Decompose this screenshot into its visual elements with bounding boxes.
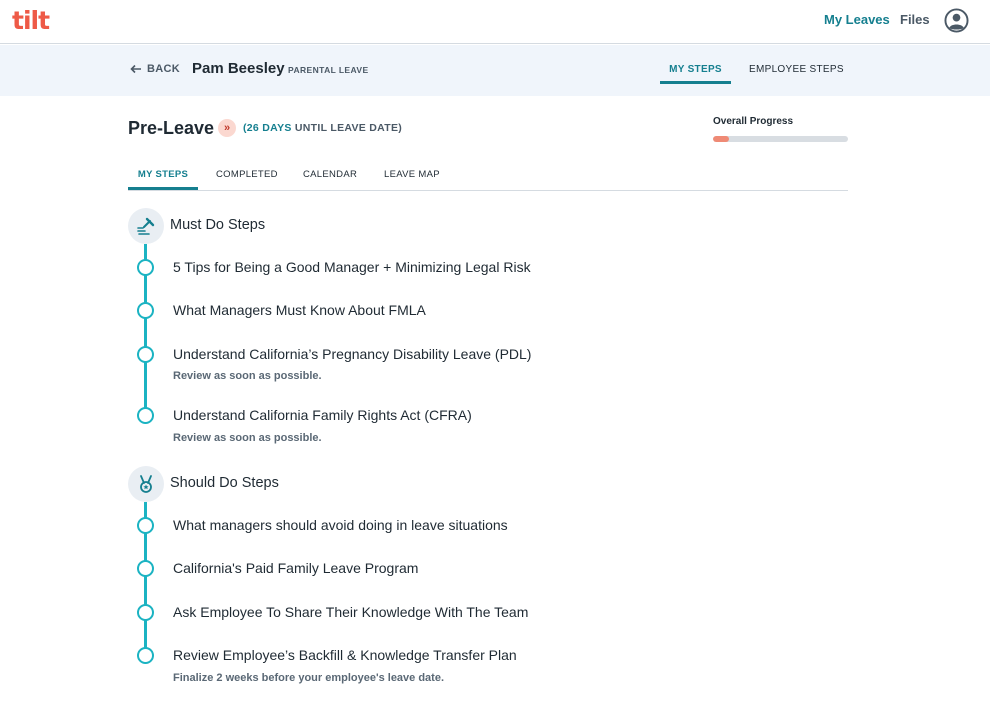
must-do-section-title: Must Do Steps (170, 217, 266, 233)
step-title[interactable]: Ask Employee To Share Their Knowledge Wi… (173, 604, 528, 620)
step-note: Review as soon as possible. (173, 432, 322, 444)
step-title[interactable]: 5 Tips for Being a Good Manager + Minimi… (173, 259, 531, 275)
gavel-icon (128, 208, 164, 244)
subtab-my-steps[interactable]: MY STEPS (660, 64, 731, 75)
step-status-circle[interactable] (137, 346, 154, 363)
tab-active-indicator (128, 187, 198, 190)
double-chevron-icon[interactable]: » (218, 119, 236, 137)
tab-my-steps[interactable]: MY STEPS (128, 169, 198, 180)
top-navbar: tilt My Leaves Files (0, 0, 990, 44)
leave-type-label: PARENTAL LEAVE (288, 65, 369, 75)
tab-leave-map[interactable]: LEAVE MAP (384, 169, 440, 180)
nav-files[interactable]: Files (900, 12, 930, 27)
step-status-circle[interactable] (137, 647, 154, 664)
step-status-circle[interactable] (137, 407, 154, 424)
step-status-circle[interactable] (137, 259, 154, 276)
step-status-circle[interactable] (137, 517, 154, 534)
subtab-active-indicator (660, 81, 731, 84)
step-title[interactable]: Understand California Family Rights Act … (173, 407, 472, 423)
should-do-section-title: Should Do Steps (170, 475, 279, 491)
days-until-leave: (26 DAYS UNTIL LEAVE DATE) (243, 122, 402, 134)
tab-completed[interactable]: COMPLETED (216, 169, 278, 180)
arrow-left-icon (130, 64, 141, 74)
step-title[interactable]: What managers should avoid doing in leav… (173, 517, 508, 533)
step-status-circle[interactable] (137, 604, 154, 621)
step-title[interactable]: California's Paid Family Leave Program (173, 560, 418, 576)
step-status-circle[interactable] (137, 302, 154, 319)
employee-name: Pam Beesley (192, 60, 285, 77)
tilt-logo[interactable]: tilt (12, 6, 50, 35)
step-note: Review as soon as possible. (173, 370, 322, 382)
steps-tabs: MY STEPS COMPLETED CALENDAR LEAVE MAP (128, 158, 848, 191)
step-title[interactable]: Review Employee’s Backfill & Knowledge T… (173, 647, 517, 663)
days-count: 26 DAYS (246, 122, 292, 134)
step-title[interactable]: Understand California’s Pregnancy Disabi… (173, 346, 531, 362)
step-note: Finalize 2 weeks before your employee's … (173, 672, 445, 684)
medal-icon (128, 466, 164, 502)
back-button[interactable]: BACK (130, 63, 180, 75)
subtab-employee-steps[interactable]: EMPLOYEE STEPS (749, 64, 844, 75)
leave-subheader: BACK Pam Beesley PARENTAL LEAVE MY STEPS… (0, 45, 990, 96)
step-status-circle[interactable] (137, 560, 154, 577)
days-suffix: UNTIL LEAVE DATE) (291, 122, 403, 134)
overall-progress-label: Overall Progress (713, 116, 794, 127)
overall-progress-fill (713, 136, 730, 142)
tab-calendar[interactable]: CALENDAR (303, 169, 357, 180)
step-title[interactable]: What Managers Must Know About FMLA (173, 302, 426, 318)
back-label: BACK (147, 63, 180, 75)
nav-my-leaves[interactable]: My Leaves (824, 12, 890, 27)
overall-progress-bar (713, 136, 848, 142)
user-avatar-icon[interactable] (944, 8, 969, 33)
phase-title: Pre-Leave (128, 118, 215, 138)
